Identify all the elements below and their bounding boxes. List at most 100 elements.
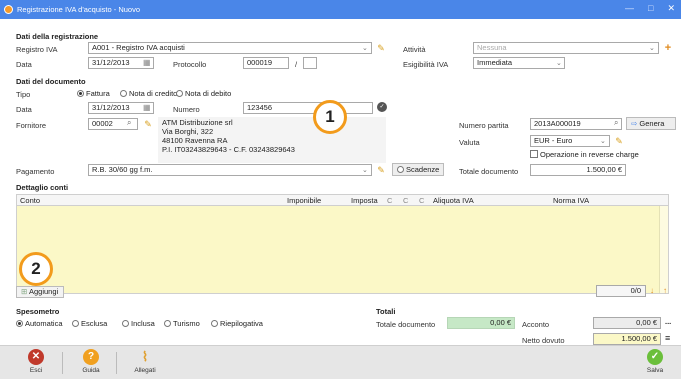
- title-bar: Registrazione IVA d'acquisto - Nuovo — □…: [0, 0, 681, 19]
- spesometro-esclusa-label: Esclusa: [81, 319, 108, 328]
- netto-display: 1.500,00 €: [593, 333, 661, 345]
- col-conto[interactable]: Conto: [20, 196, 40, 205]
- registro-value: A001 - Registro IVA acquisti: [92, 43, 185, 52]
- valuta-label: Valuta: [459, 138, 480, 147]
- col-c1[interactable]: C: [387, 196, 392, 205]
- valuta-select[interactable]: EUR - Euro: [530, 135, 610, 147]
- genera-button[interactable]: ⇨ Genera: [626, 117, 676, 130]
- calendar-icon[interactable]: ▦: [143, 58, 151, 67]
- registro-label: Registro IVA: [16, 45, 58, 54]
- netto-value: 1.500,00 €: [621, 334, 657, 343]
- col-c2[interactable]: C: [403, 196, 408, 205]
- tipo-label: Tipo: [16, 90, 31, 99]
- protocollo-suffix-input[interactable]: [303, 57, 317, 69]
- arrow-down-icon[interactable]: ↓: [650, 286, 654, 295]
- tipo-nota-credito-radio[interactable]: Nota di credito: [120, 89, 177, 98]
- totale-doc-input[interactable]: 1.500,00 €: [530, 164, 626, 176]
- totali-totale-display: 0,00 €: [447, 317, 515, 329]
- esci-button[interactable]: ✕ Esci: [16, 349, 56, 374]
- grid-section-title: Dettaglio conti: [16, 183, 69, 192]
- spesometro-turismo-radio[interactable]: Turismo: [164, 319, 200, 328]
- document-section-title: Dati del documento: [16, 77, 86, 86]
- acconto-value: 0,00 €: [636, 318, 657, 327]
- spesometro-esclusa-radio[interactable]: Esclusa: [72, 319, 107, 328]
- numero-partita-input[interactable]: 2013A000019: [530, 118, 622, 130]
- chevron-down-icon[interactable]: ⌄: [362, 166, 368, 174]
- col-imposta[interactable]: Imposta: [351, 196, 378, 205]
- app-icon: [4, 5, 13, 14]
- numero-partita-value: 2013A000019: [534, 119, 581, 128]
- chevron-down-icon[interactable]: ⌄: [649, 44, 655, 52]
- search-icon[interactable]: ⌕: [614, 118, 618, 128]
- esci-label: Esci: [29, 367, 43, 374]
- esigibilita-select[interactable]: Immediata: [473, 57, 565, 69]
- data-doc-label: Data: [16, 105, 32, 114]
- minimize-button[interactable]: —: [625, 3, 634, 14]
- esigibilita-value: Immediata: [477, 58, 513, 67]
- edit-registro-icon[interactable]: ✎: [376, 43, 386, 53]
- data-reg-value: 31/12/2013: [92, 58, 130, 67]
- grid-body[interactable]: [16, 206, 669, 294]
- scadenze-label: Scadenze: [406, 165, 440, 174]
- totali-section-title: Totali: [376, 307, 396, 316]
- help-icon: ?: [83, 349, 99, 365]
- menu-icon[interactable]: ≡: [665, 333, 670, 343]
- edit-fornitore-icon[interactable]: ✎: [143, 119, 153, 129]
- spesometro-automatica-radio[interactable]: Automatica: [16, 319, 63, 328]
- pagamento-select[interactable]: R.B. 30/60 gg f.m.: [88, 164, 372, 176]
- save-check-icon: ✓: [647, 349, 663, 365]
- netto-label: Netto dovuto: [522, 336, 565, 345]
- attivita-label: Attività: [403, 45, 426, 54]
- tipo-nota-debito-radio[interactable]: Nota di debito: [176, 89, 231, 98]
- window-title: Registrazione IVA d'acquisto - Nuovo: [17, 5, 141, 14]
- data-doc-value: 31/12/2013: [92, 103, 130, 112]
- col-imponibile[interactable]: Imponibile: [287, 196, 321, 205]
- spesometro-riepilogativa-label: Riepilogativa: [220, 319, 263, 328]
- tipo-fattura-radio[interactable]: Fattura: [77, 89, 110, 98]
- chevron-down-icon[interactable]: ⌄: [556, 59, 562, 67]
- protocollo-value: 000019: [247, 58, 273, 67]
- scadenze-radio-icon: [397, 166, 404, 173]
- scadenze-button[interactable]: Scadenze: [392, 163, 444, 176]
- pagamento-label: Pagamento: [16, 167, 55, 176]
- spesometro-inclusa-label: Inclusa: [131, 319, 155, 328]
- chevron-down-icon[interactable]: ⌄: [600, 137, 606, 145]
- search-icon[interactable]: ⌕: [127, 118, 131, 128]
- add-attivita-icon[interactable]: +: [662, 42, 674, 54]
- attivita-select[interactable]: Nessuna: [473, 42, 659, 54]
- spesometro-riepilogativa-radio[interactable]: Riepilogativa: [211, 319, 263, 328]
- salva-button[interactable]: ✓ Salva: [635, 349, 675, 374]
- maximize-button[interactable]: □: [648, 3, 653, 14]
- fornitore-code-value: 00002: [92, 119, 113, 128]
- totale-doc-label: Totale documento: [459, 167, 519, 176]
- col-aliquota-iva[interactable]: Aliquota IVA: [433, 196, 474, 205]
- protocollo-input[interactable]: 000019: [243, 57, 289, 69]
- col-c3[interactable]: C: [419, 196, 424, 205]
- arrow-icon: ⇨: [631, 119, 638, 128]
- acconto-more-button[interactable]: ...: [665, 317, 671, 326]
- reverse-charge-label: Operazione in reverse charge: [540, 150, 639, 159]
- chevron-down-icon[interactable]: ⌄: [362, 44, 368, 52]
- allegati-button[interactable]: ⌇ Allegati: [125, 349, 165, 374]
- tipo-fattura-label: Fattura: [86, 89, 110, 98]
- tipo-nota-credito-label: Nota di credito: [129, 89, 178, 98]
- edit-pagamento-icon[interactable]: ✎: [376, 165, 386, 175]
- add-icon: ⊞: [21, 287, 28, 296]
- edit-valuta-icon[interactable]: ✎: [614, 136, 624, 146]
- protocollo-separator: /: [295, 60, 298, 69]
- grid-scrollbar[interactable]: [659, 206, 668, 293]
- spesometro-inclusa-radio[interactable]: Inclusa: [122, 319, 155, 328]
- guida-button[interactable]: ? Guida: [71, 349, 111, 374]
- arrow-up-icon[interactable]: ↑: [663, 286, 667, 295]
- supplier-city: 48100 Ravenna RA: [162, 136, 228, 145]
- callout-1: 1: [313, 100, 347, 134]
- close-button[interactable]: ✕: [667, 3, 675, 14]
- col-norma-iva[interactable]: Norma IVA: [553, 196, 589, 205]
- numero-input[interactable]: 123456: [243, 102, 373, 114]
- spesometro-automatica-label: Automatica: [25, 319, 63, 328]
- reverse-charge-checkbox[interactable]: Operazione in reverse charge: [530, 150, 639, 159]
- registro-select[interactable]: A001 - Registro IVA acquisti: [88, 42, 372, 54]
- calendar-icon[interactable]: ▦: [143, 103, 151, 112]
- acconto-input[interactable]: 0,00 €: [593, 317, 661, 329]
- aggiungi-button[interactable]: ⊞ Aggiungi: [16, 286, 64, 298]
